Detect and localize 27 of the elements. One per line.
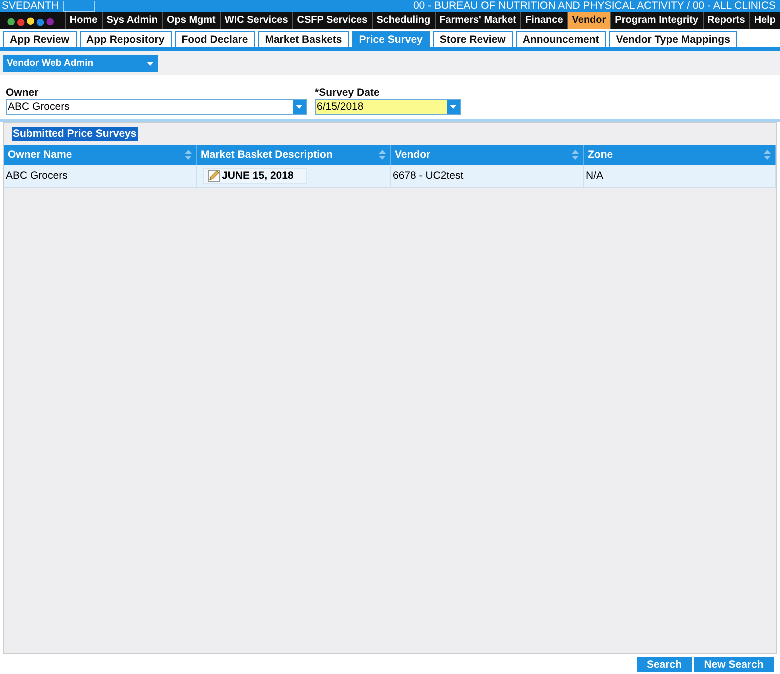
date-dropdown[interactable]: 6/15/2018 bbox=[315, 99, 461, 115]
sort-icon bbox=[185, 150, 192, 160]
table-cell: N/A bbox=[584, 165, 776, 188]
edit-icon bbox=[208, 170, 220, 182]
sort-icon bbox=[379, 150, 386, 160]
caret-icon bbox=[147, 62, 154, 66]
sort-icon bbox=[764, 150, 771, 160]
tab[interactable]: Vendor Type Mappings bbox=[609, 31, 738, 47]
section-title: Submitted Price Surveys bbox=[12, 127, 138, 141]
owner-dropdown[interactable]: ABC Grocers bbox=[6, 99, 307, 115]
tab[interactable]: App Repository bbox=[80, 31, 172, 47]
table-cell: ABC Grocers bbox=[4, 165, 197, 188]
tab[interactable]: Announcement bbox=[516, 31, 606, 47]
sort-icon bbox=[572, 150, 579, 160]
caret-icon bbox=[296, 105, 303, 109]
organization-label: 00 - BUREAU OF NUTRITION AND PHYSICAL ACTIVITY / 00 - ALL CLINICS bbox=[413, 0, 777, 12]
tab[interactable]: Market Baskets bbox=[258, 31, 350, 47]
nav-item[interactable]: Vendor bbox=[567, 12, 610, 29]
description-link[interactable]: JUNE 15, 2018 bbox=[203, 168, 307, 184]
table-cell: 6678 - UC2test bbox=[391, 165, 584, 188]
tab[interactable]: Food Declare bbox=[174, 31, 256, 47]
tab[interactable]: App Review bbox=[3, 31, 77, 47]
caret-icon bbox=[450, 105, 457, 109]
tab[interactable]: Store Review bbox=[432, 31, 513, 47]
field-label: Owner bbox=[6, 87, 40, 99]
user-name: SVEDANTH bbox=[1, 0, 60, 12]
field-label: *Survey Date bbox=[315, 87, 381, 99]
